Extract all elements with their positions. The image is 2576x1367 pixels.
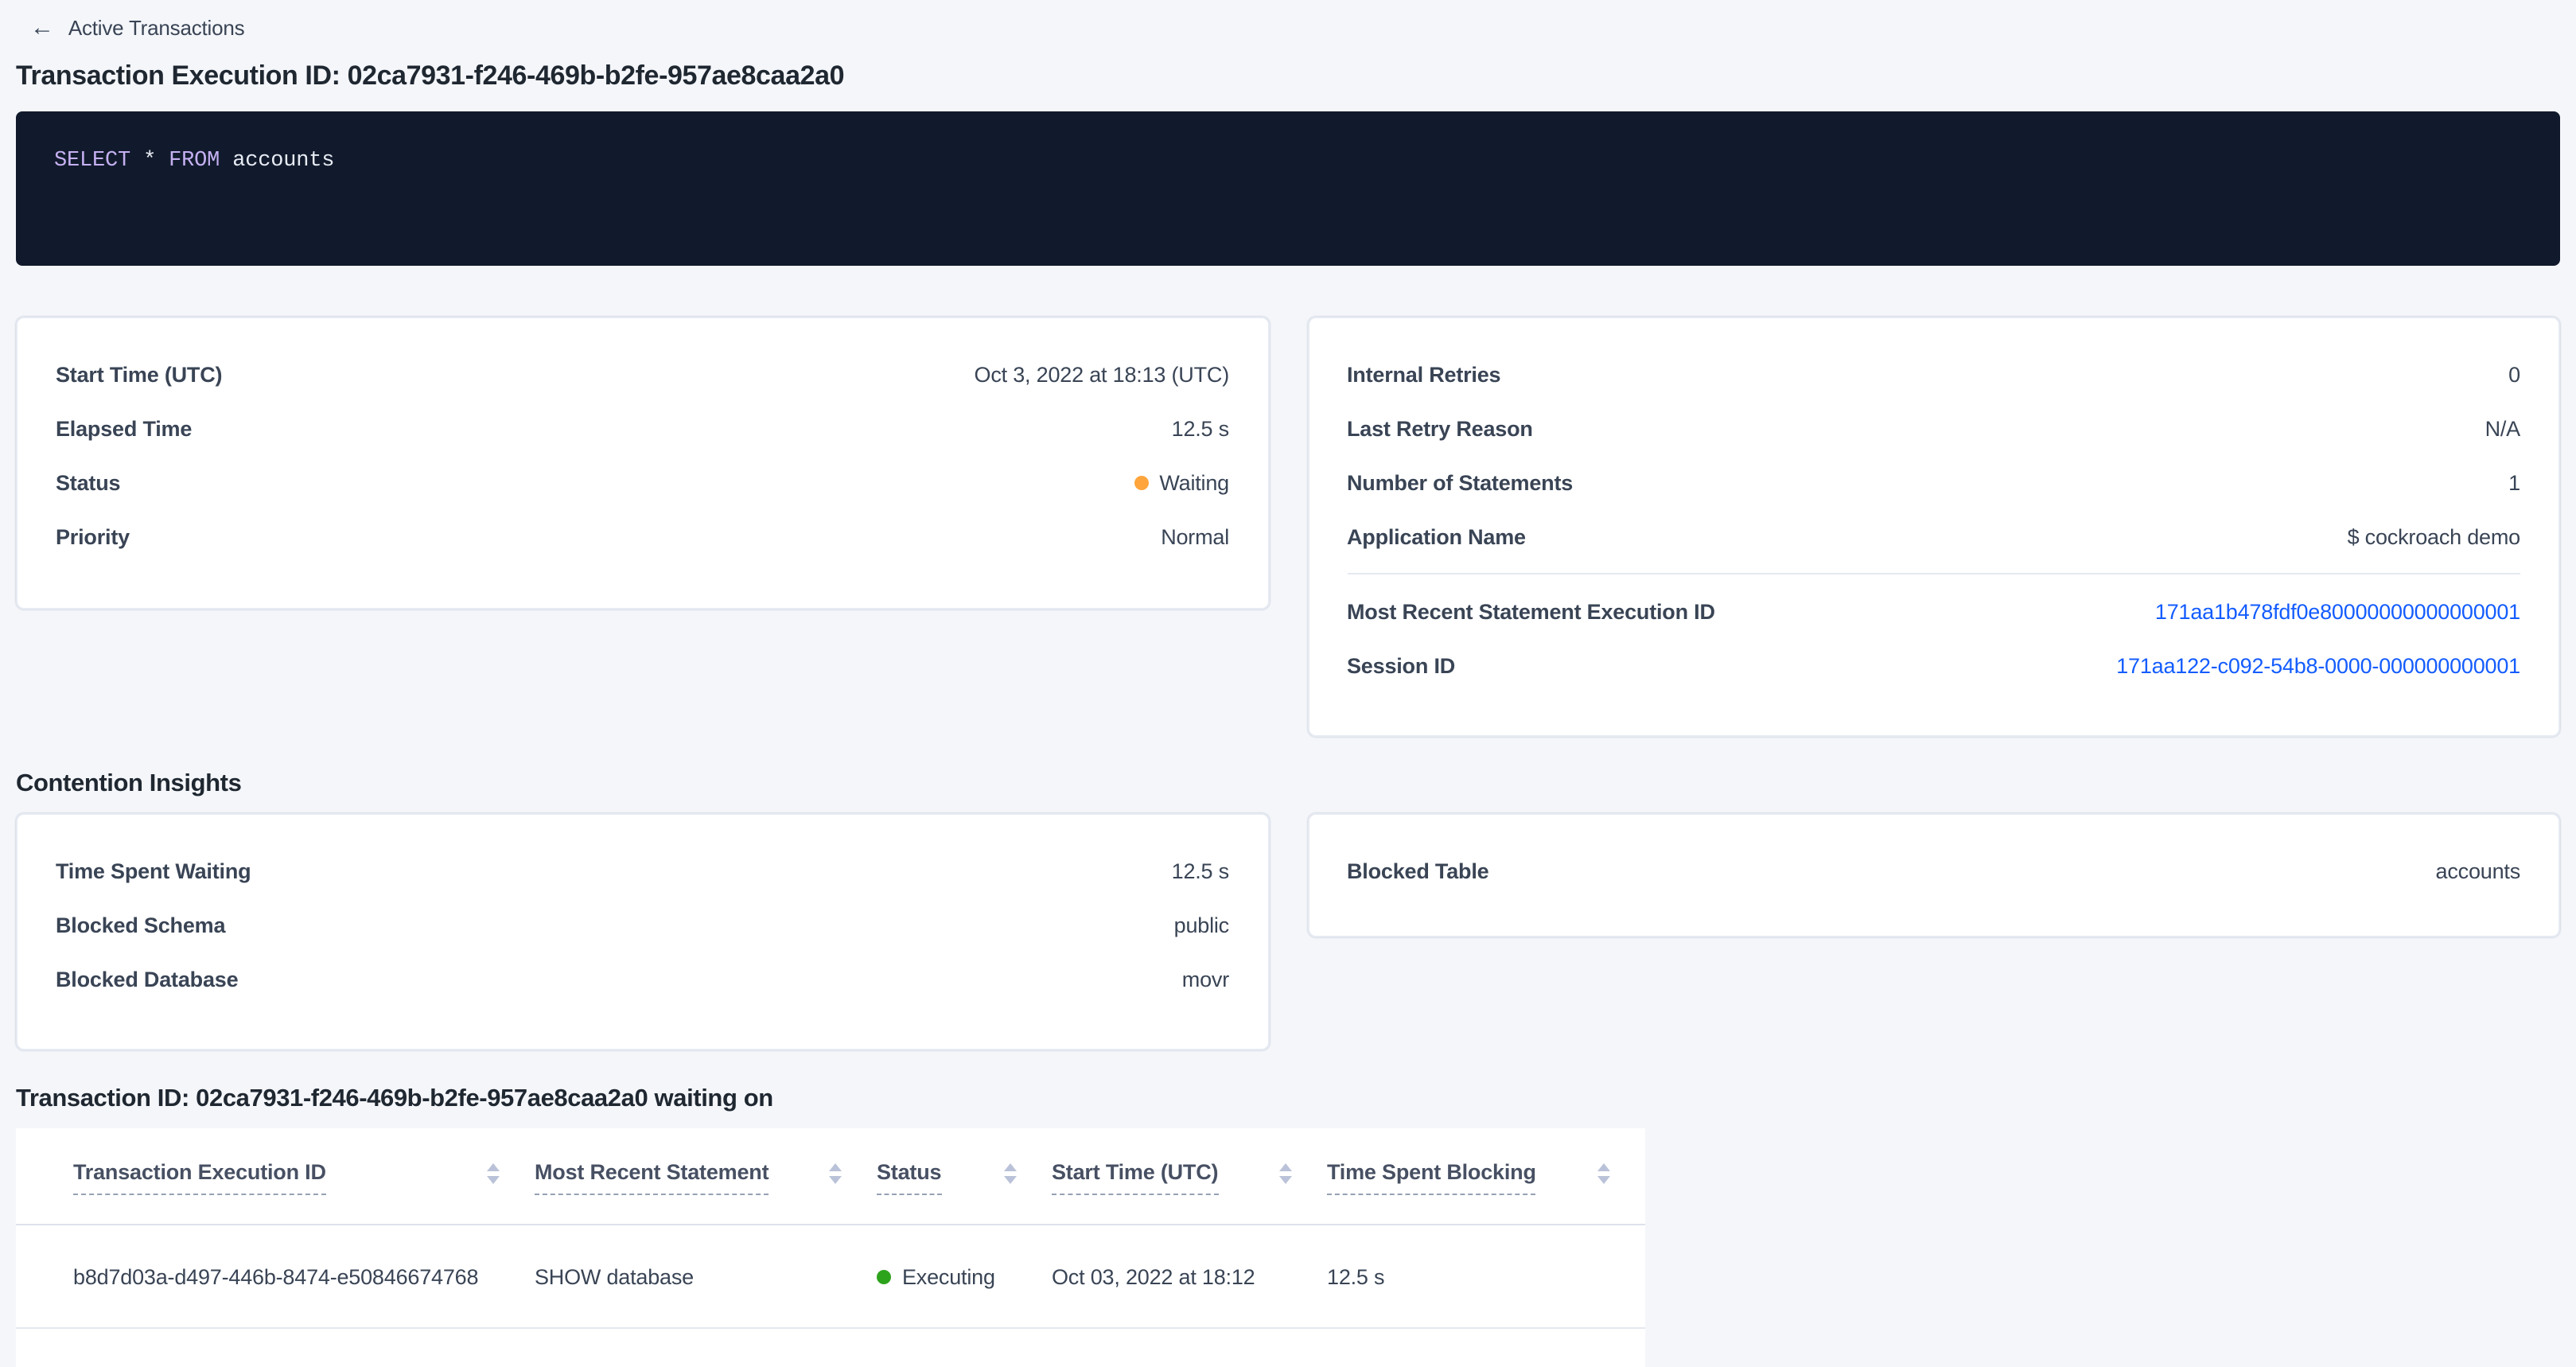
transaction-details-page: ← Active Transactions Transaction Execut… xyxy=(0,0,2576,1365)
sort-arrows-icon[interactable] xyxy=(1597,1160,1610,1184)
transaction-details-card: Internal Retries 0 Last Retry Reason N/A… xyxy=(1307,317,2560,737)
execution-summary-card: Start Time (UTC) Oct 3, 2022 at 18:13 (U… xyxy=(16,317,1269,610)
table-row: b8d7d03a-d497-446b-8474-e50846674768 SHO… xyxy=(16,1225,1645,1328)
row-label: Application Name xyxy=(1347,524,1526,548)
contention-cards-row: Time Spent Waiting 12.5 s Blocked Schema… xyxy=(16,813,2560,1050)
contention-right-card: Blocked Table accounts xyxy=(1307,813,2560,937)
row-value: accounts xyxy=(2436,859,2520,882)
sql-keyword: SELECT xyxy=(54,150,130,173)
row-label: Elapsed Time xyxy=(56,416,192,440)
column-label: Most Recent Statement xyxy=(535,1160,769,1195)
row-value: movr xyxy=(1182,967,1229,991)
contention-row-blocked-database: Blocked Database movr xyxy=(56,952,1229,1006)
details-row-application-name: Application Name $ cockroach demo xyxy=(1347,509,2520,563)
contention-row-blocked-schema: Blocked Schema public xyxy=(56,898,1229,952)
cell-most-recent-statement: SHOW database xyxy=(535,1225,877,1328)
status-badge: Executing xyxy=(902,1264,995,1288)
sql-table-name: accounts xyxy=(232,150,334,173)
arrow-left-icon: ← xyxy=(30,15,54,39)
details-row-number-of-statements: Number of Statements 1 xyxy=(1347,455,2520,509)
details-row-statement-execution-id: Most Recent Statement Execution ID 171aa… xyxy=(1347,584,2520,638)
sort-arrows-icon[interactable] xyxy=(829,1160,842,1184)
session-id-link[interactable]: 171aa122-c092-54b8-0000-000000000001 xyxy=(2116,653,2520,677)
row-label: Blocked Schema xyxy=(56,913,225,937)
card-divider xyxy=(1347,573,2520,574)
details-row-session-id: Session ID 171aa122-c092-54b8-0000-00000… xyxy=(1347,638,2520,692)
sort-arrows-icon[interactable] xyxy=(487,1160,500,1184)
cell-start-time: Oct 03, 2022 at 18:12 xyxy=(1052,1225,1327,1328)
row-value: Normal xyxy=(1161,524,1229,548)
breadcrumb: ← Active Transactions xyxy=(16,0,2560,45)
row-label: Status xyxy=(56,470,120,494)
sql-star: * xyxy=(143,150,156,173)
summary-row-status: Status Waiting xyxy=(56,455,1229,509)
row-label: Most Recent Statement Execution ID xyxy=(1347,599,1715,623)
contention-row-blocked-table: Blocked Table accounts xyxy=(1347,843,2520,898)
contention-row-time-spent-waiting: Time Spent Waiting 12.5 s xyxy=(56,843,1229,898)
cell-status: Executing xyxy=(877,1225,1052,1328)
column-label: Start Time (UTC) xyxy=(1052,1160,1218,1195)
sort-arrows-icon[interactable] xyxy=(1279,1160,1292,1184)
row-label: Blocked Table xyxy=(1347,859,1488,882)
contention-insights-heading: Contention Insights xyxy=(16,769,2560,800)
sort-arrows-icon[interactable] xyxy=(1004,1160,1017,1184)
row-label: Internal Retries xyxy=(1347,362,1500,386)
row-value: 0 xyxy=(2508,362,2520,386)
summary-row-start-time: Start Time (UTC) Oct 3, 2022 at 18:13 (U… xyxy=(56,347,1229,401)
row-label: Number of Statements xyxy=(1347,470,1573,494)
details-row-internal-retries: Internal Retries 0 xyxy=(1347,347,2520,401)
column-header-start-time[interactable]: Start Time (UTC) xyxy=(1052,1128,1327,1225)
back-link-label: Active Transactions xyxy=(68,15,245,39)
summary-row-elapsed-time: Elapsed Time 12.5 s xyxy=(56,401,1229,455)
row-value: public xyxy=(1174,913,1229,937)
waiting-on-table: Transaction Execution ID Most Recent Sta… xyxy=(16,1128,1645,1329)
orange-dot-icon xyxy=(1134,476,1148,490)
waiting-on-heading: Transaction ID: 02ca7931-f246-469b-b2fe-… xyxy=(16,1084,2560,1116)
column-header-time-spent-blocking[interactable]: Time Spent Blocking xyxy=(1327,1128,1645,1225)
row-label: Last Retry Reason xyxy=(1347,416,1533,440)
column-label: Status xyxy=(877,1160,941,1195)
row-value: Oct 3, 2022 at 18:13 (UTC) xyxy=(975,362,1229,386)
cell-transaction-execution-id: b8d7d03a-d497-446b-8474-e50846674768 xyxy=(16,1225,535,1328)
row-value: $ cockroach demo xyxy=(2348,524,2520,548)
sql-keyword: FROM xyxy=(169,150,220,173)
cell-time-spent-blocking: 12.5 s xyxy=(1327,1225,1645,1328)
column-header-most-recent-statement[interactable]: Most Recent Statement xyxy=(535,1128,877,1225)
column-label: Transaction Execution ID xyxy=(73,1160,326,1195)
row-value: N/A xyxy=(2485,416,2520,440)
row-value: 12.5 s xyxy=(1172,859,1229,882)
green-dot-icon xyxy=(877,1270,891,1284)
details-row-last-retry-reason: Last Retry Reason N/A xyxy=(1347,401,2520,455)
row-label: Priority xyxy=(56,524,130,548)
row-value: Waiting xyxy=(1134,470,1229,494)
page-title: Transaction Execution ID: 02ca7931-f246-… xyxy=(16,59,2560,94)
sql-statement-box: SELECT * FROM accounts xyxy=(16,111,2560,266)
row-label: Time Spent Waiting xyxy=(56,859,251,882)
row-label: Session ID xyxy=(1347,653,1455,677)
column-header-transaction-execution-id[interactable]: Transaction Execution ID xyxy=(16,1128,535,1225)
statement-execution-id-link[interactable]: 171aa1b478fdf0e80000000000000001 xyxy=(2155,599,2520,623)
table-header-row: Transaction Execution ID Most Recent Sta… xyxy=(16,1128,1645,1225)
waiting-on-table-panel: Transaction Execution ID Most Recent Sta… xyxy=(16,1128,1645,1367)
row-value: 12.5 s xyxy=(1172,416,1229,440)
summary-row-priority: Priority Normal xyxy=(56,509,1229,563)
back-to-active-transactions-link[interactable]: ← Active Transactions xyxy=(30,15,244,39)
row-value: 1 xyxy=(2508,470,2520,494)
row-label: Start Time (UTC) xyxy=(56,362,222,386)
row-label: Blocked Database xyxy=(56,967,238,991)
status-badge: Waiting xyxy=(1159,470,1229,494)
summary-cards-row: Start Time (UTC) Oct 3, 2022 at 18:13 (U… xyxy=(16,317,2560,737)
contention-left-card: Time Spent Waiting 12.5 s Blocked Schema… xyxy=(16,813,1269,1050)
column-label: Time Spent Blocking xyxy=(1327,1160,1536,1195)
column-header-status[interactable]: Status xyxy=(877,1128,1052,1225)
